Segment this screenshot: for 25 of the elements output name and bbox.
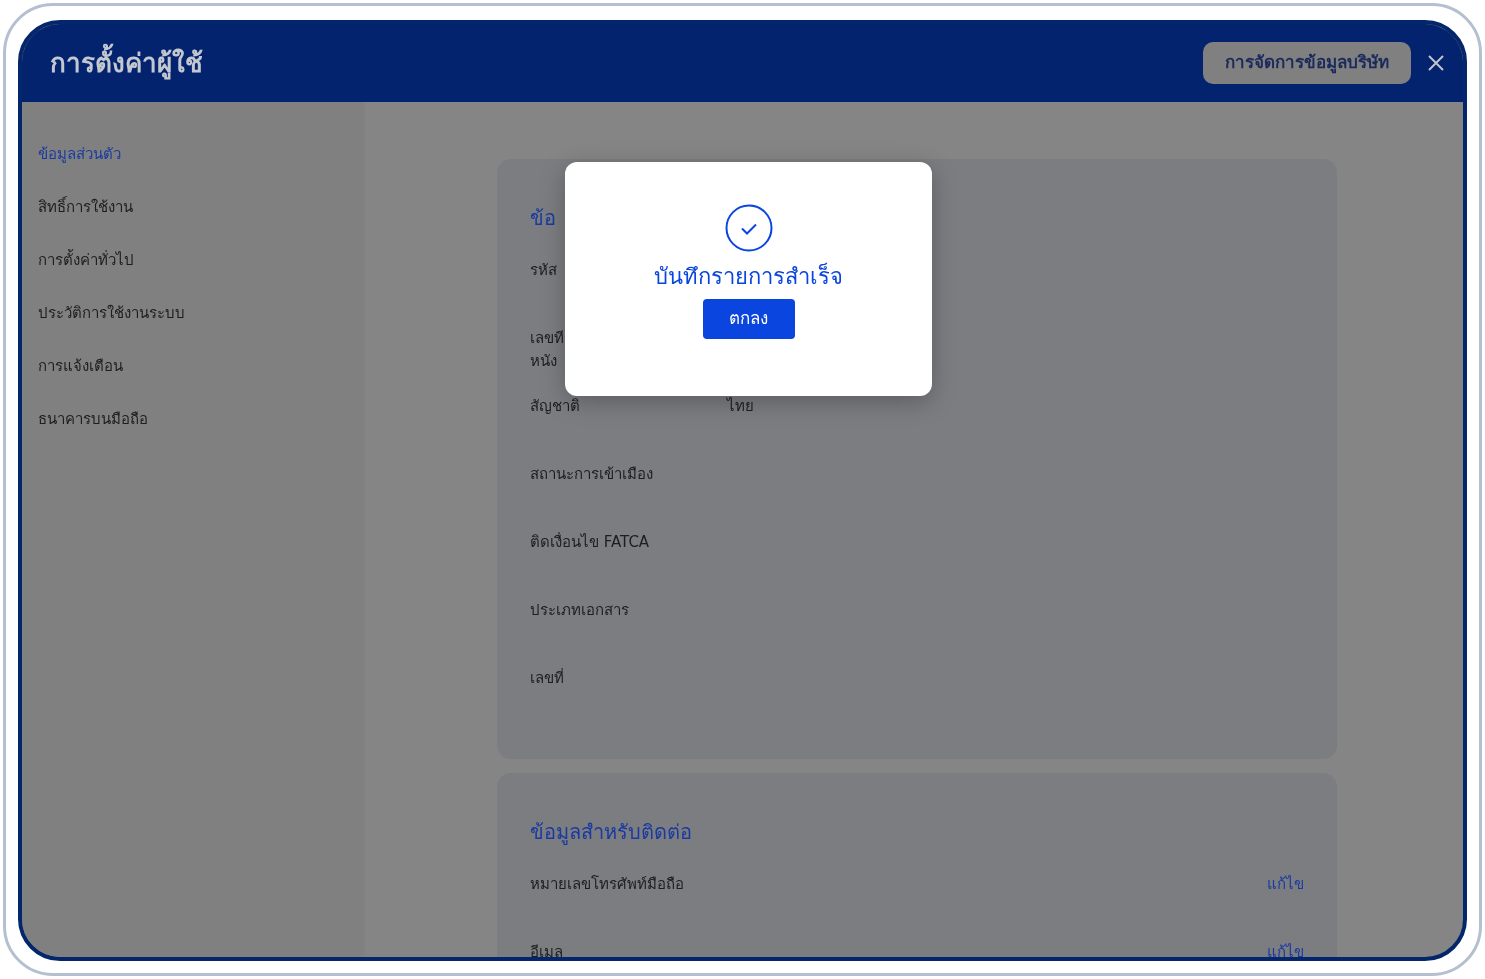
field-label: ติดเงื่อนไข FATCA: [530, 531, 651, 553]
sidebar-item[interactable]: ธนาคารบนมือถือ: [22, 393, 164, 446]
field-label: สัญชาติ: [530, 396, 581, 417]
sidebar-item[interactable]: ประวัติการใช้งานระบบ: [22, 287, 201, 340]
sidebar-item[interactable]: การตั้งค่าทั่วไป: [22, 234, 150, 287]
sidebar-item[interactable]: การแจ้งเตือน: [22, 340, 139, 393]
field-label: สถานะการเข้าเมือง: [530, 464, 654, 485]
success-message: บันทึกรายการสำเร็จ: [653, 261, 844, 291]
close-icon[interactable]: [1427, 54, 1445, 72]
edit-link[interactable]: แก้ไข: [1267, 941, 1304, 957]
field-label: หมายเลขโทรศัพท์มือถือ: [530, 874, 685, 895]
field-label: เลขที หนัง: [530, 328, 565, 372]
section-heading: ข้อ: [530, 205, 556, 232]
check-circle-icon: [724, 204, 773, 252]
sidebar-item[interactable]: ข้อมูลส่วนตัว: [22, 128, 137, 181]
window-title: การตั้งค่าผู้ใช้: [50, 43, 203, 83]
field-label: อีเมล: [530, 942, 564, 957]
section-heading: ข้อมูลสำหรับติดต่อ: [530, 819, 692, 847]
edit-link[interactable]: แก้ไข: [1267, 873, 1304, 941]
field-label: เลขที่: [530, 667, 565, 689]
field-label: ประเภทเอกสาร: [530, 600, 630, 621]
sidebar-item[interactable]: สิทธิ์การใช้งาน: [22, 181, 149, 234]
field-value: ไทย: [727, 397, 754, 415]
company-data-button[interactable]: การจัดการข้อมูลบริษัท: [1203, 42, 1411, 84]
ok-button[interactable]: ตกลง: [702, 299, 795, 339]
